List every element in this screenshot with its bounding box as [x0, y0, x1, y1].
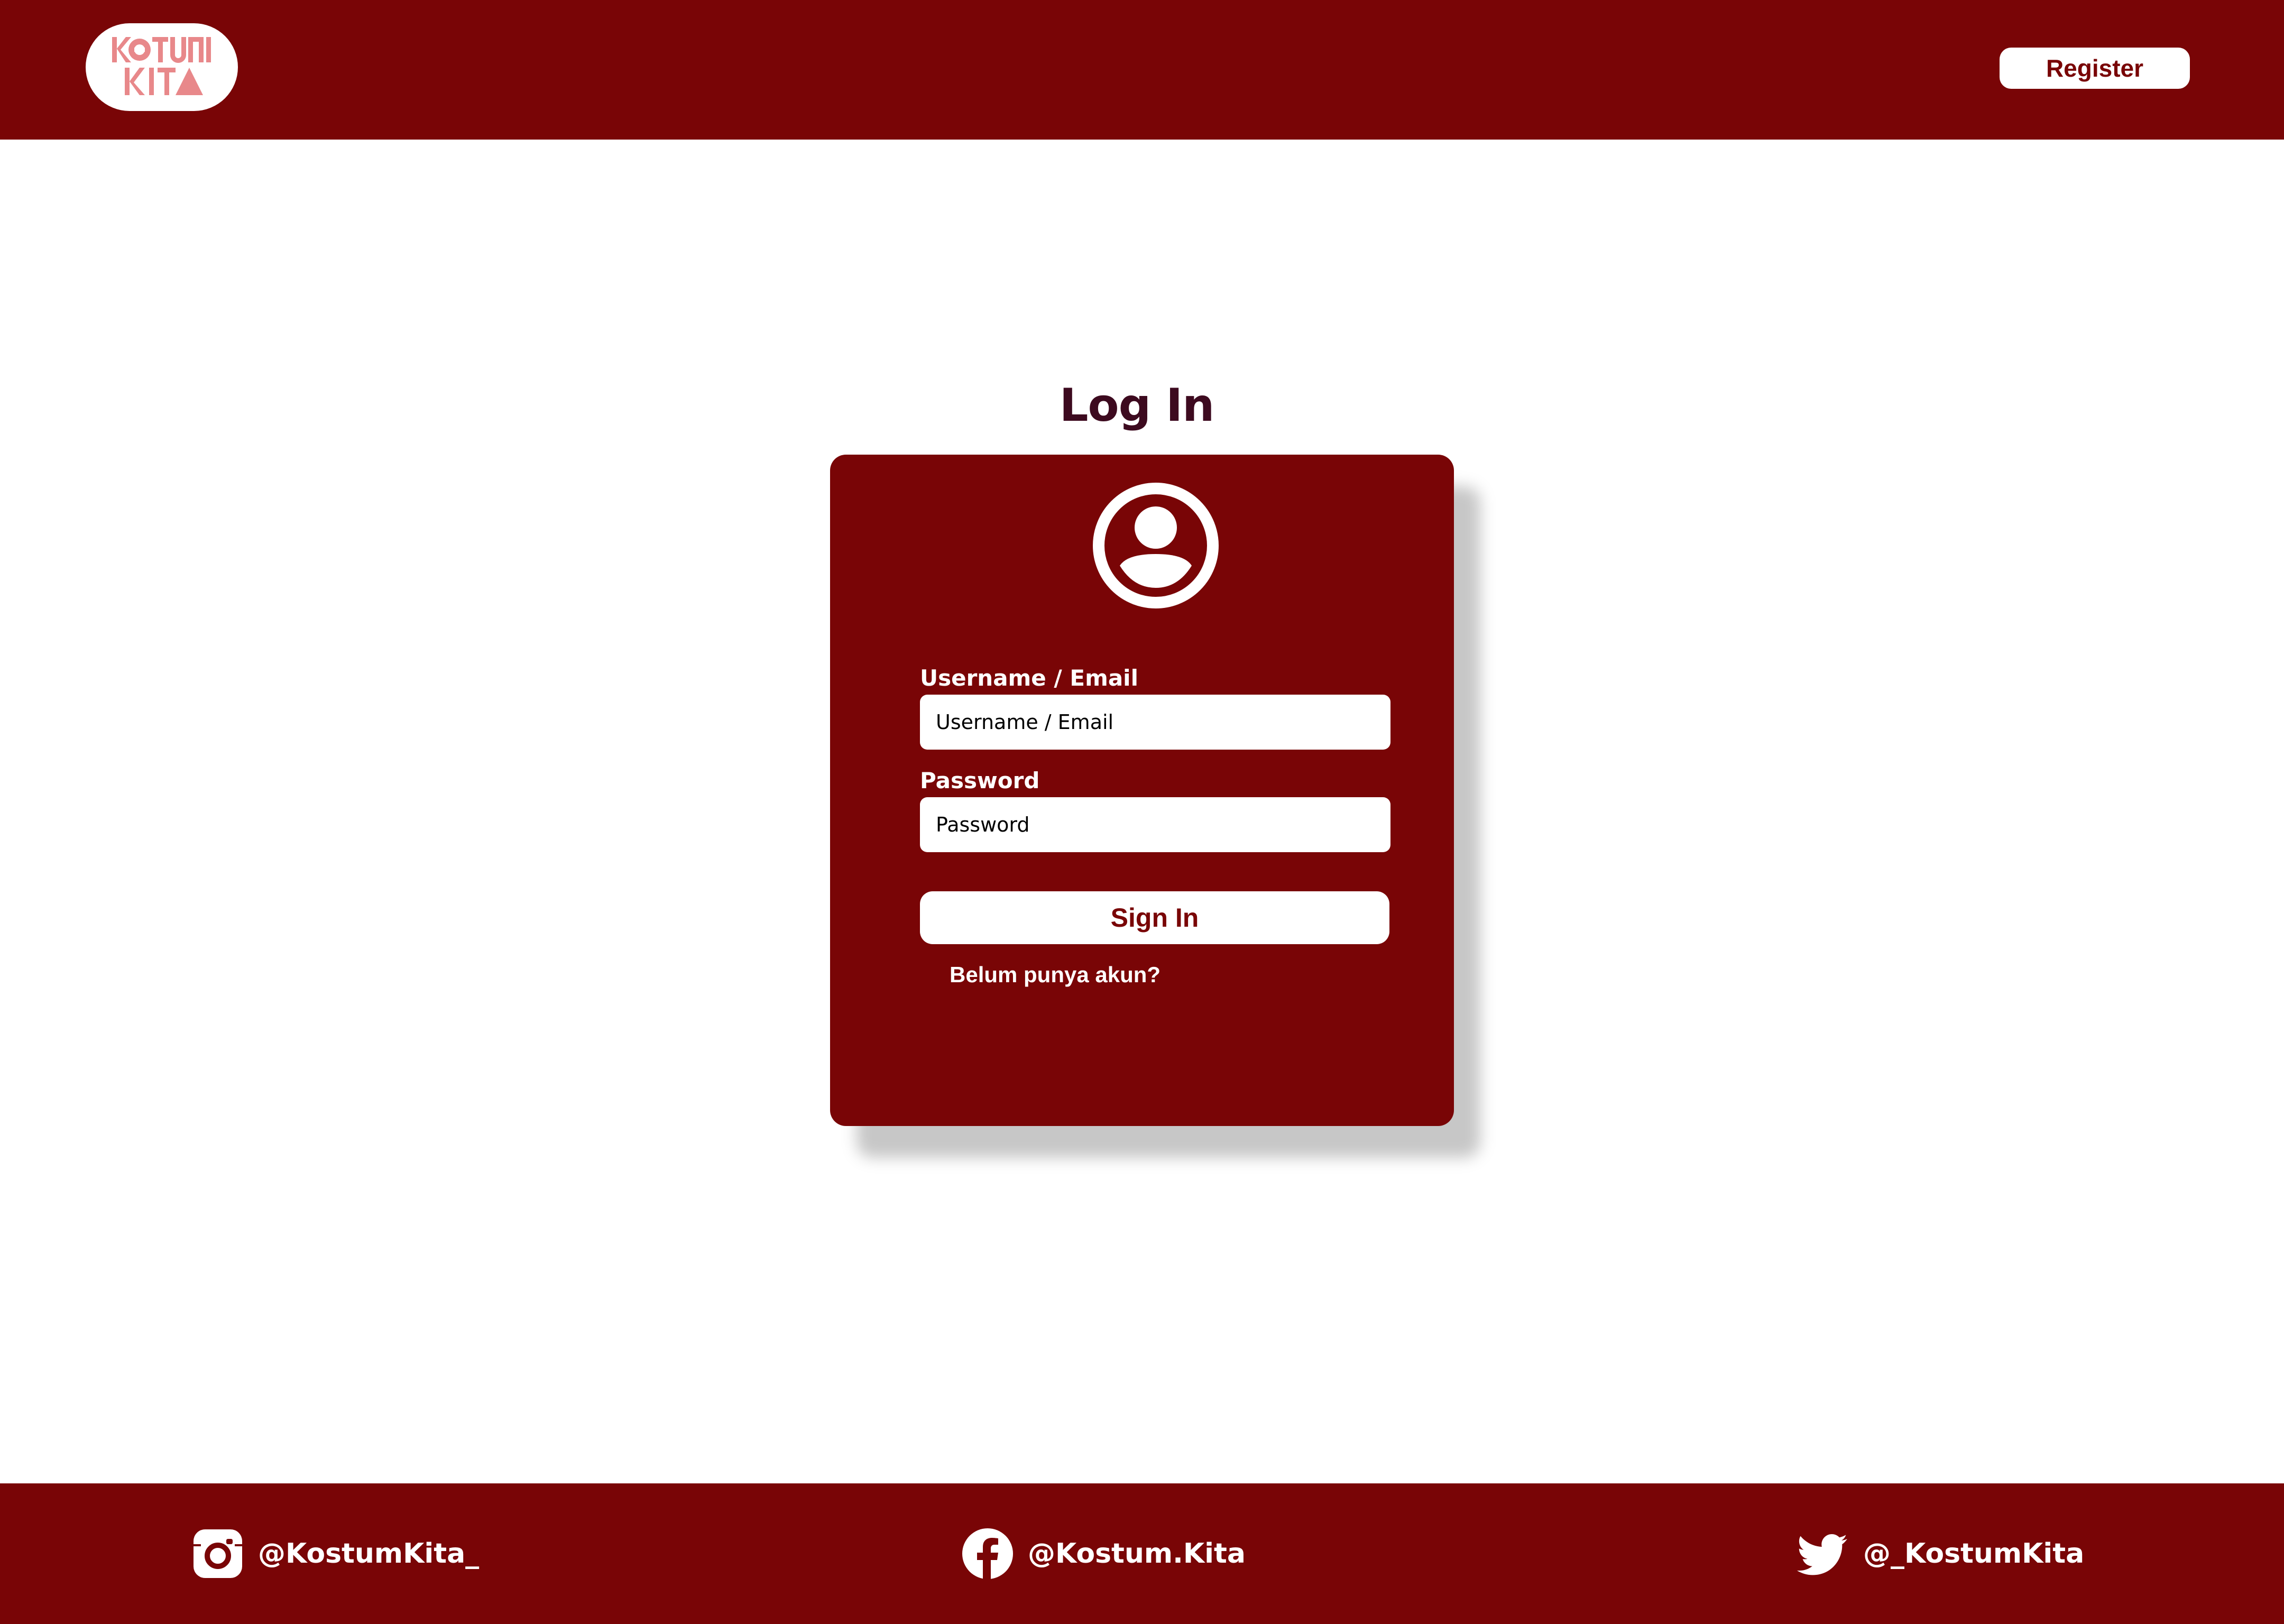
facebook-link[interactable]: @Kostum.Kita	[961, 1483, 1246, 1624]
twitter-handle: @_KostumKita	[1863, 1538, 2085, 1570]
twitter-link[interactable]: @_KostumKita	[1797, 1483, 2084, 1624]
instagram-link[interactable]: @KostumKita_	[191, 1483, 479, 1624]
user-circle-icon	[1093, 483, 1219, 608]
login-card: Username / Email Password Sign In Belum …	[830, 455, 1454, 1126]
top-navbar: Register	[0, 0, 2284, 140]
username-label: Username / Email	[920, 665, 1138, 691]
password-label: Password	[920, 768, 1040, 793]
password-input[interactable]	[920, 797, 1390, 852]
kostum-kita-logo-mark	[112, 37, 211, 95]
username-email-input[interactable]	[920, 695, 1390, 750]
instagram-icon	[194, 1529, 242, 1578]
facebook-icon	[962, 1528, 1013, 1579]
page-title: Log In	[1059, 379, 1215, 432]
instagram-handle: @KostumKita_	[258, 1538, 480, 1570]
no-account-link[interactable]: Belum punya akun?	[950, 960, 1161, 990]
kostum-kita-logo[interactable]	[86, 23, 238, 111]
footer: @KostumKita_ @Kostum.Kita @_KostumKita	[0, 1483, 2284, 1624]
twitter-icon	[1797, 1534, 1847, 1575]
sign-in-button[interactable]: Sign In	[920, 891, 1389, 944]
register-button[interactable]: Register	[2000, 48, 2190, 89]
facebook-handle: @Kostum.Kita	[1028, 1538, 1246, 1570]
